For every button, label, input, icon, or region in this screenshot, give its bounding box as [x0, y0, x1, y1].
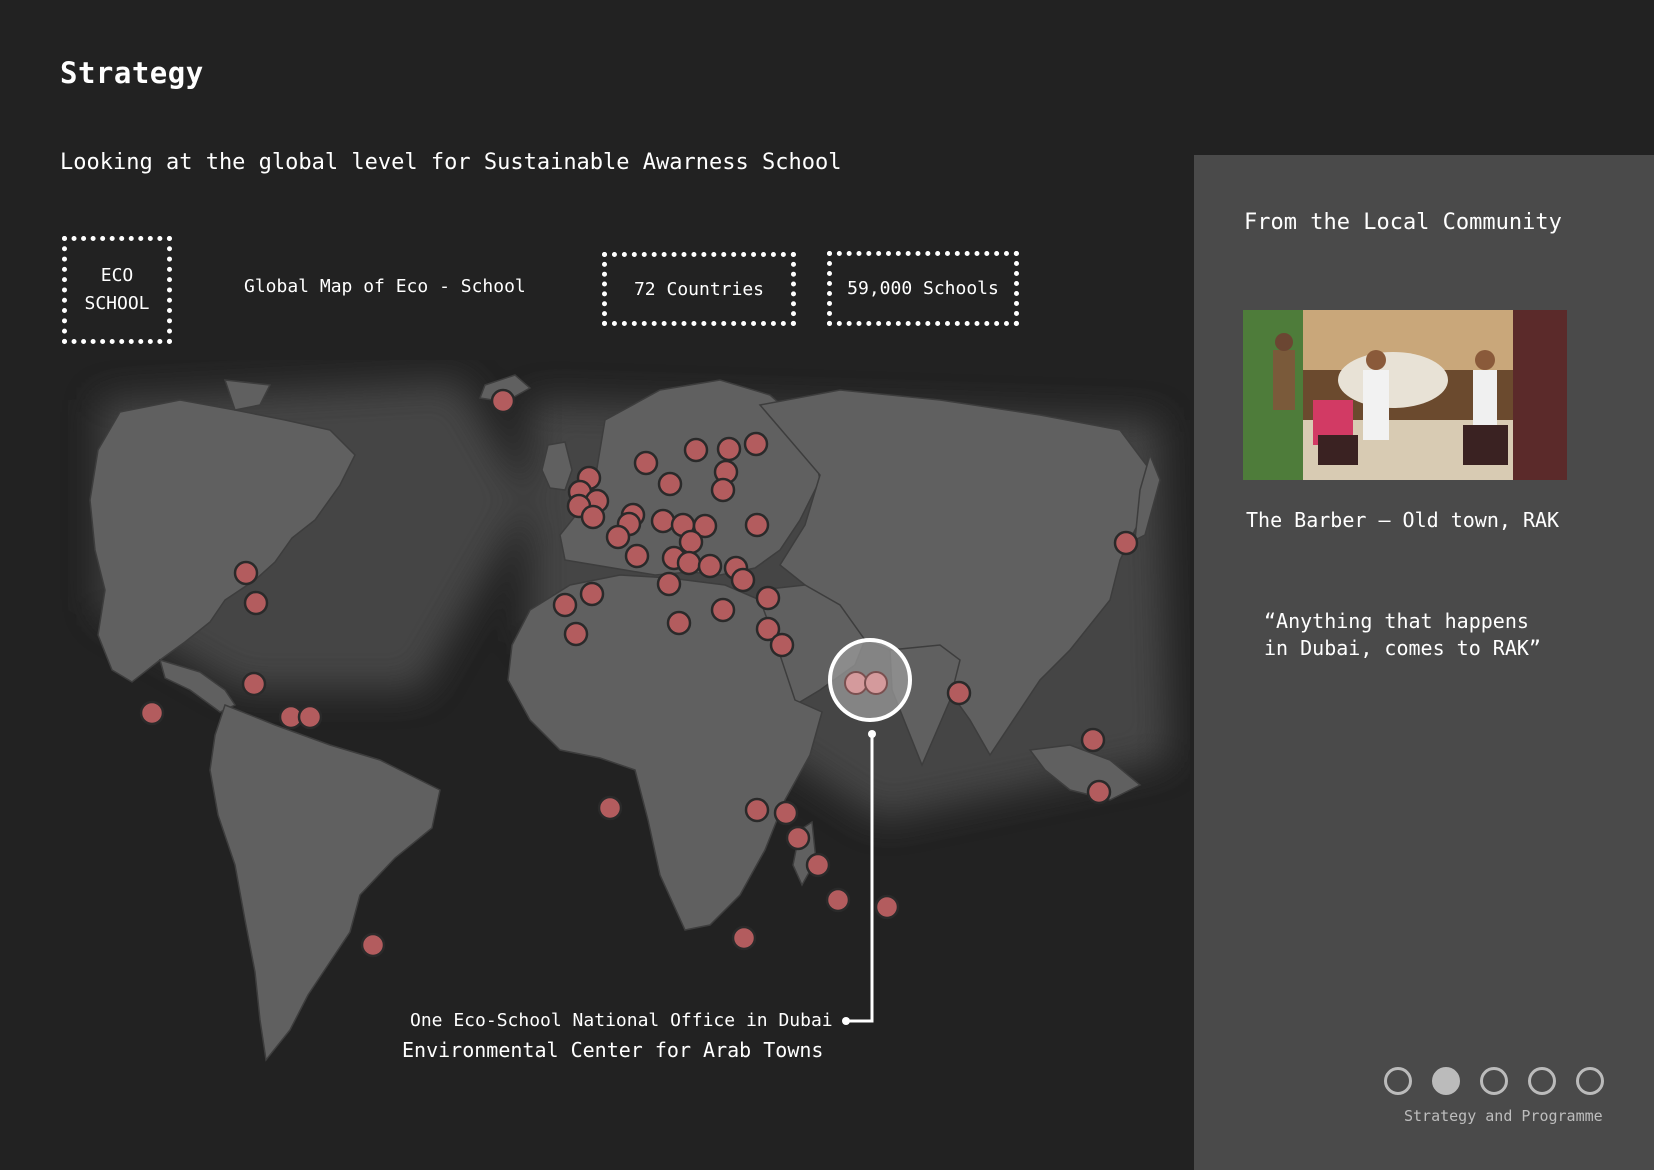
panel-title: From the Local Community [1244, 210, 1562, 235]
marker [755, 585, 781, 611]
marker [360, 932, 386, 958]
continents [89, 374, 1161, 1062]
callout-dot-end [842, 1017, 850, 1025]
marker [1080, 727, 1106, 753]
pager-dot-3[interactable] [1480, 1067, 1508, 1095]
marker [580, 504, 606, 530]
marker [769, 632, 795, 658]
schools-stat: 59,000 Schools [827, 251, 1019, 326]
dubai-marker [844, 671, 868, 695]
marker [683, 437, 709, 463]
marker [678, 529, 704, 555]
office-note-line2: Environmental Center for Arab Towns [402, 1038, 824, 1062]
slide-pager [1384, 1067, 1604, 1095]
marker [552, 592, 578, 618]
marker [805, 852, 831, 878]
map-label: Global Map of Eco - School [244, 276, 526, 297]
marker [710, 477, 736, 503]
marker [743, 431, 769, 457]
eco-badge-line1: ECO [100, 265, 134, 286]
marker [139, 700, 165, 726]
marker [710, 597, 736, 623]
marker [697, 553, 723, 579]
schools-stat-text: 59,000 Schools [847, 278, 999, 299]
marker [874, 894, 900, 920]
marker [716, 436, 742, 462]
eco-school-badge: ECO SCHOOL [62, 236, 172, 344]
quote-line2: in Dubai, comes to RAK” [1264, 636, 1541, 660]
marker [297, 704, 323, 730]
quote: “Anything that happens in Dubai, comes to… [1264, 608, 1541, 662]
marker [1086, 779, 1112, 805]
marker [825, 887, 851, 913]
marker [785, 825, 811, 851]
pager-dot-1[interactable] [1384, 1067, 1412, 1095]
marker [241, 671, 267, 697]
marker [744, 797, 770, 823]
marker [1113, 530, 1139, 556]
page-subtitle: Looking at the global level for Sustaina… [60, 150, 842, 175]
page-title: Strategy [60, 56, 204, 90]
marker [666, 610, 692, 636]
marker [597, 795, 623, 821]
marker [579, 581, 605, 607]
pager-dot-5[interactable] [1576, 1067, 1604, 1095]
marker [563, 621, 589, 647]
marker [773, 800, 799, 826]
dubai-marker [864, 671, 888, 695]
callout-dot-top [868, 730, 876, 738]
barber-photo [1243, 310, 1567, 480]
section-label: Strategy and Programme [1404, 1107, 1603, 1125]
pager-dot-2[interactable] [1432, 1067, 1460, 1095]
south-america [209, 704, 441, 1062]
photo-caption: The Barber – Old town, RAK [1246, 508, 1560, 532]
dubai-highlight [828, 638, 912, 1025]
marker [490, 388, 516, 414]
pager-dot-4[interactable] [1528, 1067, 1556, 1095]
marker [633, 450, 659, 476]
marker [676, 550, 702, 576]
local-community-panel: From the Local Community The Barber – Ol… [1194, 155, 1654, 1170]
marker [650, 508, 676, 534]
marker [946, 680, 972, 706]
marker [243, 590, 269, 616]
marker [730, 567, 756, 593]
countries-stat: 72 Countries [602, 252, 796, 326]
office-note-line1: One Eco-School National Office in Dubai [410, 1010, 833, 1031]
marker [656, 571, 682, 597]
eco-badge-line2: SCHOOL [84, 293, 150, 314]
countries-stat-text: 72 Countries [633, 278, 765, 300]
marker [731, 925, 757, 951]
quote-line1: “Anything that happens [1264, 609, 1529, 633]
marker [233, 560, 259, 586]
marker [605, 524, 631, 550]
marker [657, 471, 683, 497]
marker [744, 512, 770, 538]
marker [624, 543, 650, 569]
